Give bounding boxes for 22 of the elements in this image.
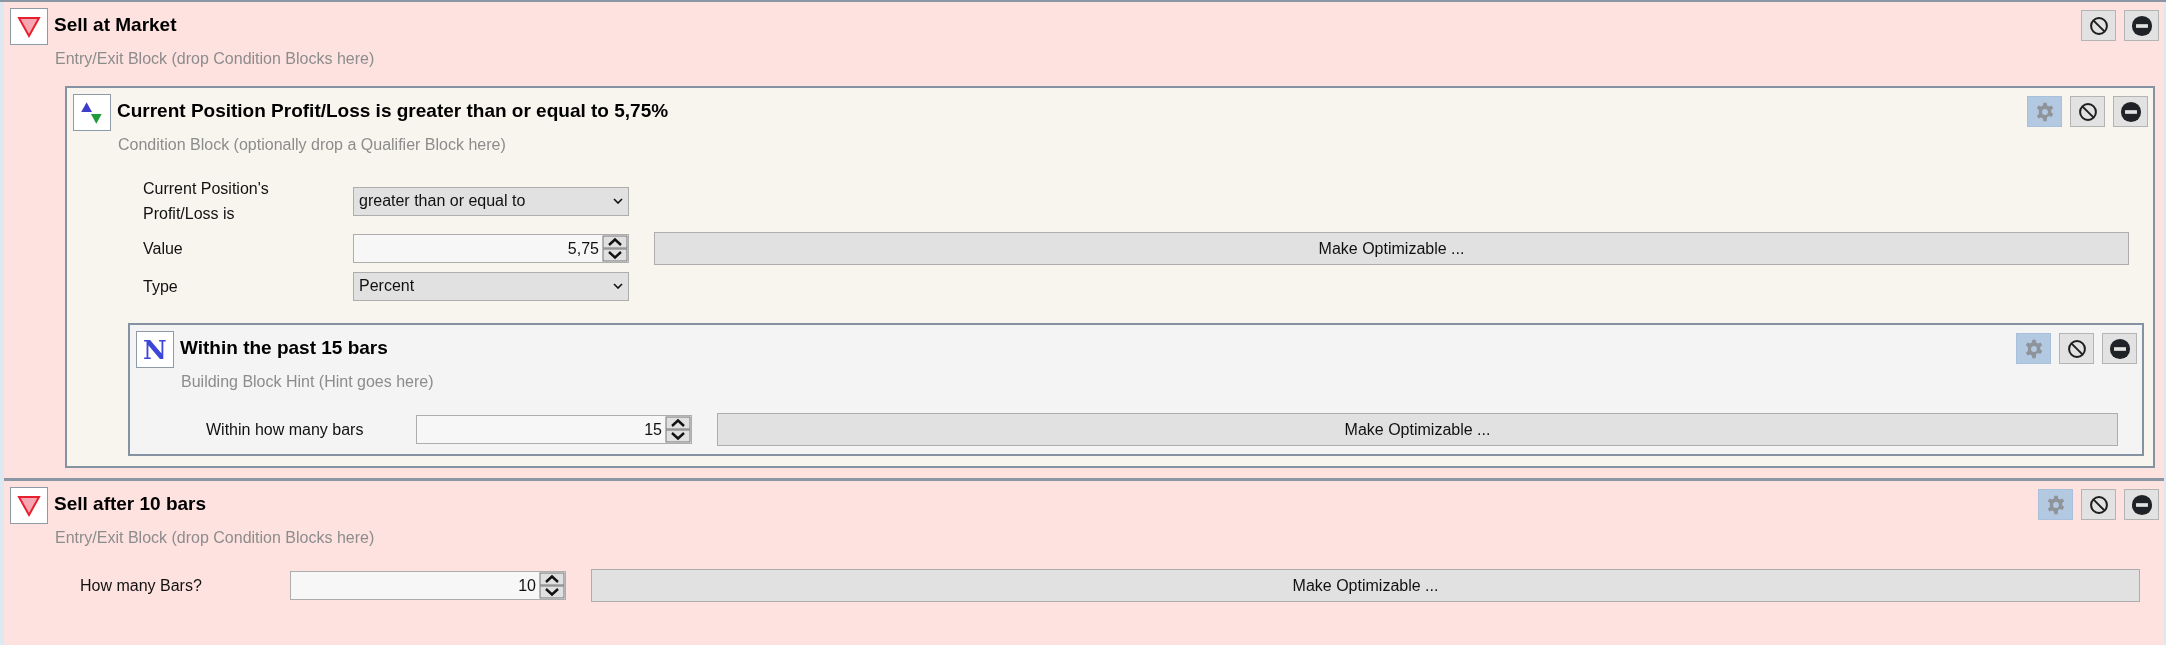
make-optimizable-button[interactable]: Make Optimizable ... <box>654 232 2129 265</box>
block-title: Sell at Market <box>54 13 178 37</box>
field-label: Type <box>143 276 179 297</box>
block-hint: Condition Block (optionally drop a Qualifier Block here) <box>117 135 506 155</box>
field-label: Current Position's Profit/Loss is <box>143 179 270 224</box>
block-hint: Building Block Hint (Hint goes here) <box>180 372 434 392</box>
make-optimizable-button[interactable]: Make Optimizable ... <box>591 569 2140 602</box>
number-field[interactable]: 10 <box>290 571 566 600</box>
block-hint: Entry/Exit Block (drop Condition Blocks here) <box>54 49 375 69</box>
block-title: Current Position Profit/Loss is greater than or equal to 5,75% <box>117 99 670 123</box>
block-hint: Entry/Exit Block (drop Condition Blocks here) <box>54 528 375 548</box>
block-title: Sell after 10 bars <box>54 492 208 516</box>
number-field[interactable]: 15 <box>416 415 692 444</box>
dropdown[interactable]: Percent <box>353 271 629 301</box>
letter-icon: N <box>143 336 167 363</box>
dropdown[interactable]: greater than or equal to <box>353 186 629 216</box>
field-label: Within how many bars <box>206 420 365 440</box>
field-label: How many Bars? <box>80 576 203 596</box>
block-title: Within the past 15 bars <box>180 336 389 360</box>
make-optimizable-button[interactable]: Make Optimizable ... <box>717 413 2118 446</box>
field-label: Value <box>143 239 184 259</box>
number-field[interactable]: 5,75 <box>353 234 629 263</box>
